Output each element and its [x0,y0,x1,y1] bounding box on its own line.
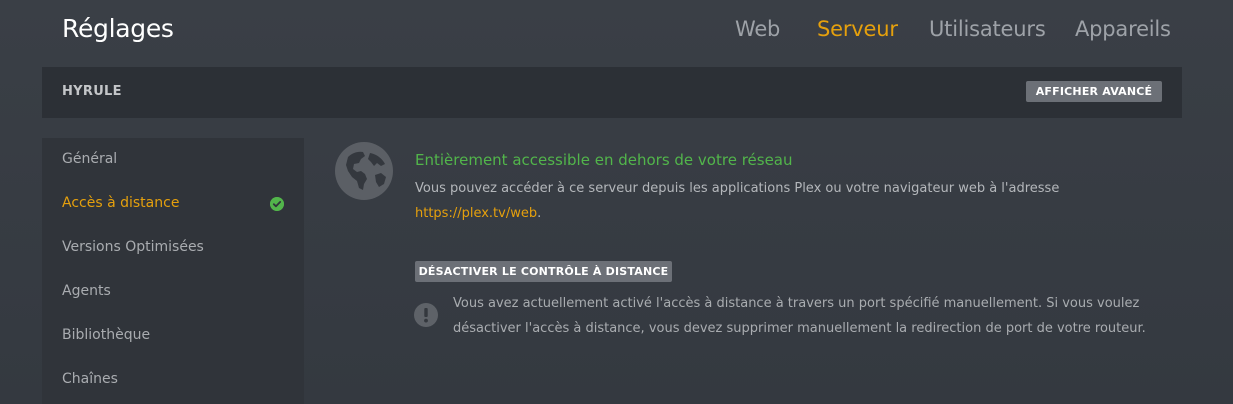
link-suffix: . [537,206,542,221]
check-circle-icon [270,197,284,211]
remote-description: Vous pouvez accéder à ce serveur depuis … [415,176,1115,226]
warning-text: Vous avez actuellement activé l'accès à … [453,296,1146,336]
sidebar-item-remote-access[interactable]: Accès à distance [62,195,179,211]
tab-utilisateurs[interactable]: Utilisateurs [929,17,1046,41]
plex-web-link[interactable]: https://plex.tv/web [415,206,537,221]
remote-status-title: Entièrement accessible en dehors de votr… [415,151,793,169]
settings-sidebar: Général Accès à distance Versions Optimi… [42,138,304,404]
tab-appareils[interactable]: Appareils [1075,17,1171,41]
sidebar-item-general[interactable]: Général [62,151,117,167]
sidebar-item-channels[interactable]: Chaînes [62,371,118,387]
globe-icon [335,142,393,200]
tab-serveur[interactable]: Serveur [817,17,898,41]
page-title: Réglages [62,14,174,43]
exclamation-icon [414,303,438,327]
sidebar-item-agents[interactable]: Agents [62,283,111,299]
server-name: HYRULE [62,84,122,99]
sidebar-item-library[interactable]: Bibliothèque [62,327,150,343]
disable-remote-access-button[interactable]: DÉSACTIVER LE CONTRÔLE À DISTANCE [415,261,672,282]
top-bar: Réglages Web Serveur Utilisateurs Appare… [0,0,1233,64]
show-advanced-button[interactable]: AFFICHER AVANCÉ [1026,81,1162,102]
sidebar-item-optimized-versions[interactable]: Versions Optimisées [62,239,204,255]
tab-web[interactable]: Web [735,17,780,41]
remote-description-text: Vous pouvez accéder à ce serveur depuis … [415,181,1060,196]
remote-access-panel: Entièrement accessible en dehors de votr… [330,138,1200,404]
server-bar: HYRULE AFFICHER AVANCÉ [42,67,1182,118]
